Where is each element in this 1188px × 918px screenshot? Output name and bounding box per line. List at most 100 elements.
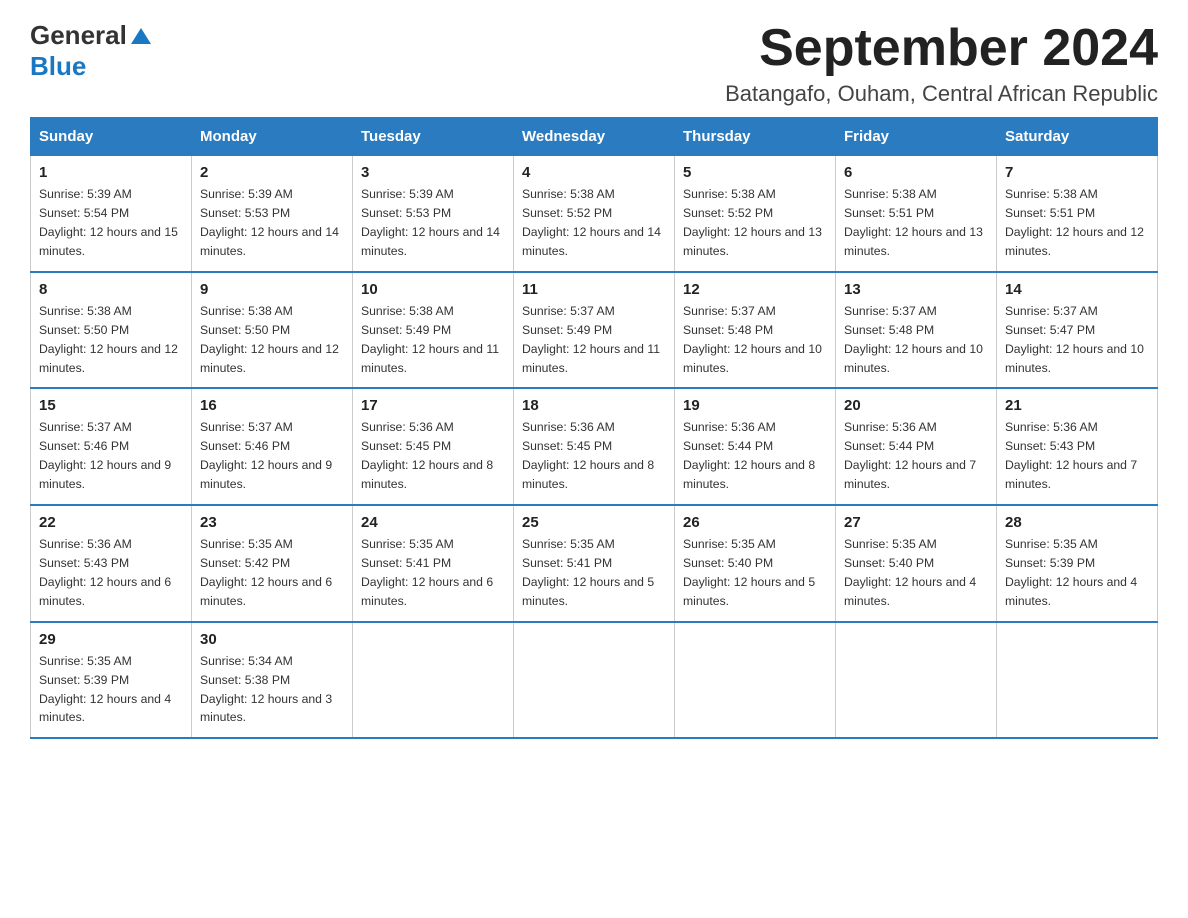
col-tuesday: Tuesday [353,118,514,156]
calendar-day-cell: 30 Sunrise: 5:34 AMSunset: 5:38 PMDaylig… [192,622,353,739]
calendar-day-cell: 27 Sunrise: 5:35 AMSunset: 5:40 PMDaylig… [836,505,997,622]
calendar-day-cell: 17 Sunrise: 5:36 AMSunset: 5:45 PMDaylig… [353,388,514,505]
page-header: General Blue September 2024 Batangafo, O… [30,20,1158,107]
calendar-day-cell: 28 Sunrise: 5:35 AMSunset: 5:39 PMDaylig… [997,505,1158,622]
calendar-day-cell: 14 Sunrise: 5:37 AMSunset: 5:47 PMDaylig… [997,272,1158,389]
day-number: 26 [683,514,827,531]
logo[interactable]: General Blue [30,20,152,82]
calendar-week-row: 22 Sunrise: 5:36 AMSunset: 5:43 PMDaylig… [31,505,1158,622]
calendar-day-cell: 6 Sunrise: 5:38 AMSunset: 5:51 PMDayligh… [836,156,997,272]
calendar-day-cell: 13 Sunrise: 5:37 AMSunset: 5:48 PMDaylig… [836,272,997,389]
calendar-day-cell: 21 Sunrise: 5:36 AMSunset: 5:43 PMDaylig… [997,388,1158,505]
day-info: Sunrise: 5:36 AMSunset: 5:44 PMDaylight:… [683,420,815,491]
calendar-day-cell: 15 Sunrise: 5:37 AMSunset: 5:46 PMDaylig… [31,388,192,505]
day-number: 11 [522,281,666,298]
day-number: 14 [1005,281,1149,298]
calendar-day-cell: 29 Sunrise: 5:35 AMSunset: 5:39 PMDaylig… [31,622,192,739]
day-info: Sunrise: 5:36 AMSunset: 5:45 PMDaylight:… [522,420,654,491]
day-info: Sunrise: 5:37 AMSunset: 5:47 PMDaylight:… [1005,304,1144,375]
day-number: 25 [522,514,666,531]
calendar-day-cell: 12 Sunrise: 5:37 AMSunset: 5:48 PMDaylig… [675,272,836,389]
day-number: 16 [200,397,344,414]
col-sunday: Sunday [31,118,192,156]
day-info: Sunrise: 5:38 AMSunset: 5:50 PMDaylight:… [200,304,339,375]
calendar-day-cell [675,622,836,739]
calendar-day-cell: 10 Sunrise: 5:38 AMSunset: 5:49 PMDaylig… [353,272,514,389]
calendar-week-row: 1 Sunrise: 5:39 AMSunset: 5:54 PMDayligh… [31,156,1158,272]
calendar-day-cell: 3 Sunrise: 5:39 AMSunset: 5:53 PMDayligh… [353,156,514,272]
title-section: September 2024 Batangafo, Ouham, Central… [725,20,1158,107]
calendar-table: Sunday Monday Tuesday Wednesday Thursday… [30,117,1158,739]
day-number: 30 [200,631,344,648]
day-number: 19 [683,397,827,414]
calendar-day-cell: 4 Sunrise: 5:38 AMSunset: 5:52 PMDayligh… [514,156,675,272]
col-friday: Friday [836,118,997,156]
day-number: 18 [522,397,666,414]
calendar-day-cell: 5 Sunrise: 5:38 AMSunset: 5:52 PMDayligh… [675,156,836,272]
day-info: Sunrise: 5:37 AMSunset: 5:48 PMDaylight:… [844,304,983,375]
day-info: Sunrise: 5:37 AMSunset: 5:48 PMDaylight:… [683,304,822,375]
day-info: Sunrise: 5:38 AMSunset: 5:49 PMDaylight:… [361,304,499,375]
day-info: Sunrise: 5:36 AMSunset: 5:43 PMDaylight:… [39,537,171,608]
calendar-day-cell [353,622,514,739]
day-number: 1 [39,164,183,181]
day-info: Sunrise: 5:38 AMSunset: 5:52 PMDaylight:… [522,187,661,258]
day-number: 22 [39,514,183,531]
calendar-header-row: Sunday Monday Tuesday Wednesday Thursday… [31,118,1158,156]
day-info: Sunrise: 5:38 AMSunset: 5:52 PMDaylight:… [683,187,822,258]
day-info: Sunrise: 5:39 AMSunset: 5:53 PMDaylight:… [361,187,500,258]
calendar-week-row: 29 Sunrise: 5:35 AMSunset: 5:39 PMDaylig… [31,622,1158,739]
day-number: 24 [361,514,505,531]
calendar-day-cell: 1 Sunrise: 5:39 AMSunset: 5:54 PMDayligh… [31,156,192,272]
day-info: Sunrise: 5:35 AMSunset: 5:40 PMDaylight:… [683,537,815,608]
day-number: 5 [683,164,827,181]
calendar-day-cell: 24 Sunrise: 5:35 AMSunset: 5:41 PMDaylig… [353,505,514,622]
col-monday: Monday [192,118,353,156]
day-number: 20 [844,397,988,414]
calendar-day-cell: 19 Sunrise: 5:36 AMSunset: 5:44 PMDaylig… [675,388,836,505]
calendar-day-cell: 11 Sunrise: 5:37 AMSunset: 5:49 PMDaylig… [514,272,675,389]
day-number: 29 [39,631,183,648]
day-number: 23 [200,514,344,531]
day-number: 6 [844,164,988,181]
col-wednesday: Wednesday [514,118,675,156]
day-number: 21 [1005,397,1149,414]
calendar-day-cell: 2 Sunrise: 5:39 AMSunset: 5:53 PMDayligh… [192,156,353,272]
month-title: September 2024 [725,20,1158,77]
day-number: 27 [844,514,988,531]
day-info: Sunrise: 5:34 AMSunset: 5:38 PMDaylight:… [200,654,332,725]
calendar-day-cell: 23 Sunrise: 5:35 AMSunset: 5:42 PMDaylig… [192,505,353,622]
calendar-day-cell: 7 Sunrise: 5:38 AMSunset: 5:51 PMDayligh… [997,156,1158,272]
day-info: Sunrise: 5:35 AMSunset: 5:41 PMDaylight:… [522,537,654,608]
calendar-day-cell: 26 Sunrise: 5:35 AMSunset: 5:40 PMDaylig… [675,505,836,622]
calendar-week-row: 15 Sunrise: 5:37 AMSunset: 5:46 PMDaylig… [31,388,1158,505]
calendar-day-cell: 22 Sunrise: 5:36 AMSunset: 5:43 PMDaylig… [31,505,192,622]
day-info: Sunrise: 5:36 AMSunset: 5:45 PMDaylight:… [361,420,493,491]
day-info: Sunrise: 5:35 AMSunset: 5:40 PMDaylight:… [844,537,976,608]
calendar-day-cell [836,622,997,739]
calendar-day-cell: 9 Sunrise: 5:38 AMSunset: 5:50 PMDayligh… [192,272,353,389]
calendar-day-cell: 18 Sunrise: 5:36 AMSunset: 5:45 PMDaylig… [514,388,675,505]
day-info: Sunrise: 5:38 AMSunset: 5:51 PMDaylight:… [844,187,983,258]
calendar-day-cell: 20 Sunrise: 5:36 AMSunset: 5:44 PMDaylig… [836,388,997,505]
day-info: Sunrise: 5:37 AMSunset: 5:46 PMDaylight:… [200,420,332,491]
day-number: 17 [361,397,505,414]
day-info: Sunrise: 5:35 AMSunset: 5:41 PMDaylight:… [361,537,493,608]
day-number: 9 [200,281,344,298]
day-info: Sunrise: 5:39 AMSunset: 5:53 PMDaylight:… [200,187,339,258]
calendar-day-cell: 25 Sunrise: 5:35 AMSunset: 5:41 PMDaylig… [514,505,675,622]
location-title: Batangafo, Ouham, Central African Republ… [725,81,1158,107]
day-number: 12 [683,281,827,298]
day-info: Sunrise: 5:37 AMSunset: 5:46 PMDaylight:… [39,420,171,491]
day-number: 7 [1005,164,1149,181]
day-number: 15 [39,397,183,414]
day-info: Sunrise: 5:38 AMSunset: 5:51 PMDaylight:… [1005,187,1144,258]
day-info: Sunrise: 5:36 AMSunset: 5:43 PMDaylight:… [1005,420,1137,491]
day-number: 8 [39,281,183,298]
day-number: 3 [361,164,505,181]
day-info: Sunrise: 5:38 AMSunset: 5:50 PMDaylight:… [39,304,178,375]
day-info: Sunrise: 5:36 AMSunset: 5:44 PMDaylight:… [844,420,976,491]
calendar-day-cell [997,622,1158,739]
calendar-day-cell: 16 Sunrise: 5:37 AMSunset: 5:46 PMDaylig… [192,388,353,505]
day-number: 4 [522,164,666,181]
